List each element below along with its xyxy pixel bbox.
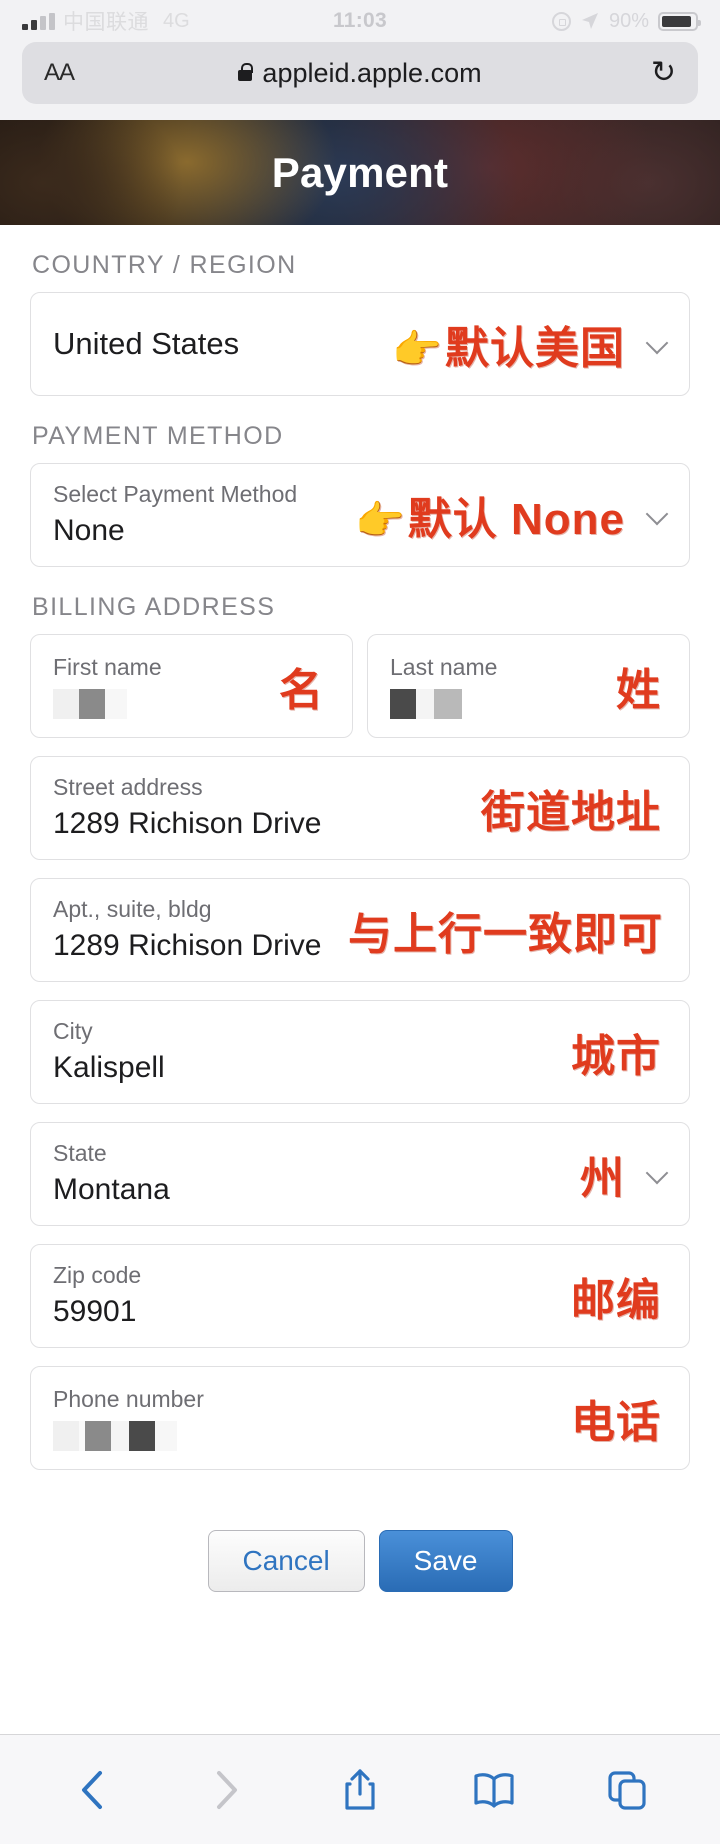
payment-method-field-label: Select Payment Method [53,480,667,509]
state-label: State [53,1139,667,1168]
status-bar-left: 中国联通 4G [22,6,190,36]
state-select[interactable]: State Montana 州 [30,1122,690,1226]
apt-suite-label: Apt., suite, bldg [53,895,667,924]
signal-bars-icon [22,13,55,30]
status-bar: 中国联通 4G 11:03 90% [0,0,720,42]
zip-code-label: Zip code [53,1261,667,1290]
browser-url-bar-container: AA appleid.apple.com ↻ [0,42,720,120]
browser-bottom-toolbar [0,1734,720,1844]
form-actions: Cancel Save [30,1488,690,1626]
state-value: Montana [53,1170,667,1209]
payment-method-value: None [53,511,667,550]
last-name-redacted-value [390,689,667,719]
last-name-field[interactable]: Last name 姓 [367,634,690,738]
city-value: Kalispell [53,1048,667,1087]
payment-method-select[interactable]: Select Payment Method None 👉默认 None [30,463,690,567]
first-name-redacted-value [53,689,330,719]
cancel-button[interactable]: Cancel [208,1530,365,1592]
name-fields-row: First name 名 Last name 姓 [30,634,690,756]
back-chevron-icon[interactable] [63,1760,123,1820]
phone-number-field[interactable]: Phone number 电话 [30,1366,690,1470]
text-size-label: AA [44,59,74,86]
url-text: appleid.apple.com [262,58,481,89]
first-name-label: First name [53,653,330,682]
city-label: City [53,1017,667,1046]
country-section-label: COUNTRY / REGION [32,251,690,280]
billing-address-section-label: BILLING ADDRESS [32,593,690,622]
first-name-field[interactable]: First name 名 [30,634,353,738]
street-address-field[interactable]: Street address 1289 Richison Drive 街道地址 [30,756,690,860]
url-bar[interactable]: AA appleid.apple.com ↻ [22,42,698,104]
share-icon[interactable] [330,1760,390,1820]
country-value: United States [53,324,667,364]
battery-icon [658,12,698,31]
status-bar-right: 90% [552,10,698,33]
location-arrow-icon [580,11,600,31]
battery-percent-label: 90% [609,10,649,33]
apt-suite-field[interactable]: Apt., suite, bldg 1289 Richison Drive 与上… [30,878,690,982]
network-type-label: 4G [163,10,190,33]
reload-icon[interactable]: ↻ [651,58,676,88]
payment-form: COUNTRY / REGION United States 👉默认美国 PAY… [0,251,720,1626]
save-button[interactable]: Save [379,1530,513,1592]
forward-chevron-icon [196,1760,256,1820]
phone-number-label: Phone number [53,1385,667,1414]
lock-icon [238,70,252,81]
payment-method-section-label: PAYMENT METHOD [32,422,690,451]
apt-suite-value: 1289 Richison Drive [53,926,667,965]
chevron-down-icon[interactable] [647,1163,669,1185]
zip-code-value: 59901 [53,1292,667,1331]
book-icon[interactable] [464,1760,524,1820]
country-select[interactable]: United States 👉默认美国 [30,292,690,396]
zip-code-field[interactable]: Zip code 59901 邮编 [30,1244,690,1348]
street-address-value: 1289 Richison Drive [53,804,667,843]
street-address-label: Street address [53,773,667,802]
last-name-label: Last name [390,653,667,682]
page-hero-banner: Payment [0,120,720,225]
phone-number-redacted-value [53,1421,667,1451]
rotation-lock-icon [552,12,571,31]
text-size-button[interactable]: AA [44,59,74,87]
chevron-down-icon[interactable] [647,504,669,526]
city-field[interactable]: City Kalispell 城市 [30,1000,690,1104]
page-title: Payment [272,149,448,197]
chevron-down-icon[interactable] [647,333,669,355]
url-display: appleid.apple.com [22,58,698,89]
carrier-label: 中国联通 [63,6,149,36]
tabs-icon[interactable] [597,1760,657,1820]
